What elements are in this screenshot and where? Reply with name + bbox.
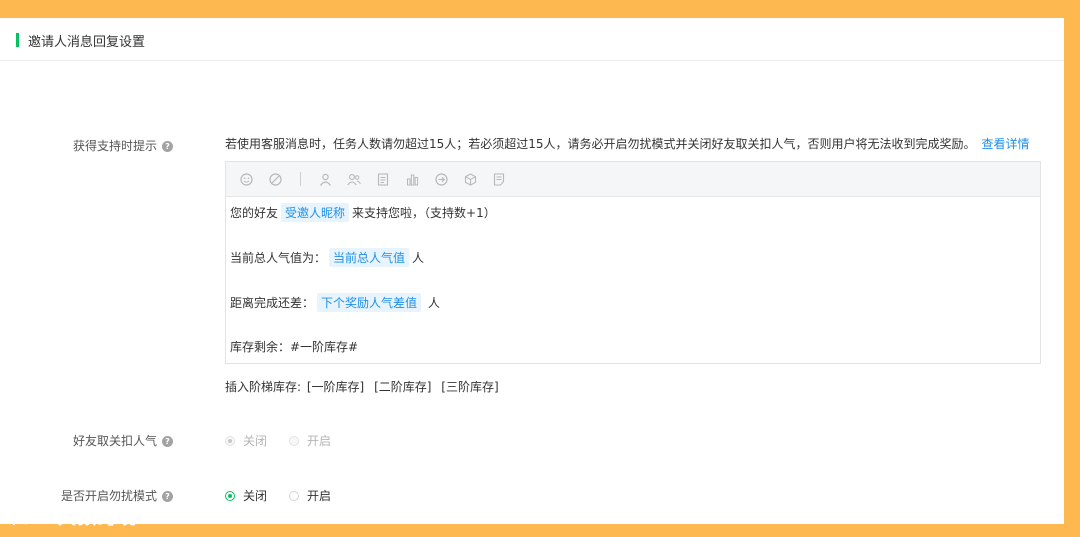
radio-label: 开启 xyxy=(307,434,332,448)
dnd-label-row: 是否开启勿扰模式? xyxy=(8,487,173,504)
insert-stock-tier1[interactable]: [一阶库存] xyxy=(307,380,364,394)
radio-label: 开启 xyxy=(307,489,332,503)
toolbar-divider xyxy=(300,172,301,186)
radio-button[interactable] xyxy=(225,490,235,501)
view-details-link[interactable]: 查看详情 xyxy=(982,137,1030,151)
emoji-icon[interactable] xyxy=(238,171,254,187)
message-editor[interactable]: 您的好友 受邀人昵称 来支持您啦，（支持数+1） 当前总人气值为： 当前总人气值人 距… xyxy=(225,161,1041,364)
line-text: 距离完成还差： xyxy=(230,296,315,310)
radio-label: 关闭 xyxy=(243,434,268,448)
line-text: 人 xyxy=(428,296,441,310)
editor-line: 库存剩余：#一阶库存# xyxy=(230,338,358,355)
support-notice: 若使用客服消息时，任务人数请勿超过15人；若必须超过15人，请务必开启勿扰模式并… xyxy=(225,135,1030,152)
document-icon[interactable] xyxy=(375,171,391,187)
line-text: 人 xyxy=(412,251,425,265)
dnd-off-option[interactable]: 关闭 xyxy=(225,487,267,504)
editor-line: 您的好友 受邀人昵称 来支持您啦，（支持数+1） xyxy=(230,203,496,222)
help-icon[interactable]: ? xyxy=(162,491,173,502)
unfollow-label: 好友取关扣人气 xyxy=(72,434,157,448)
dnd-label: 是否开启勿扰模式 xyxy=(60,489,157,503)
editor-toolbar xyxy=(226,162,1040,197)
title-accent-bar xyxy=(16,33,19,47)
radio-button[interactable] xyxy=(225,435,235,446)
watermark-logo-icon xyxy=(11,507,48,526)
editor-line: 距离完成还差： 下个奖励人气差值人 xyxy=(230,293,440,312)
editor-line: 当前总人气值为： 当前总人气值人 xyxy=(230,248,424,267)
block-icon[interactable] xyxy=(267,171,283,187)
support-tip-label-row: 获得支持时提示? xyxy=(8,137,173,154)
cube-icon[interactable] xyxy=(462,171,478,187)
insert-stock-tier2[interactable]: [二阶库存] xyxy=(374,380,431,394)
line-text: 当前总人气值为： xyxy=(230,251,327,265)
support-tip-label: 获得支持时提示 xyxy=(72,139,157,153)
unfollow-on-option[interactable]: 开启 xyxy=(289,432,331,449)
dnd-on-option[interactable]: 开启 xyxy=(289,487,331,504)
radio-button[interactable] xyxy=(289,490,300,501)
variable-tag[interactable]: 下个奖励人气差值 xyxy=(317,293,422,312)
note-icon[interactable] xyxy=(491,171,507,187)
users-icon[interactable] xyxy=(346,171,362,187)
variable-tag[interactable]: 受邀人昵称 xyxy=(281,203,350,222)
panel-header: 邀请人消息回复设置 xyxy=(0,18,1064,61)
unfollow-radio-group: 关闭 开启 xyxy=(225,432,353,449)
chart-icon[interactable] xyxy=(404,171,420,187)
watermark-text: 大数跨境 xyxy=(58,508,138,529)
insert-stock-label: 插入阶梯库存: xyxy=(225,380,302,394)
line-text: 库存剩余：#一阶库存# xyxy=(230,340,359,354)
editor-content[interactable]: 您的好友 受邀人昵称 来支持您啦，（支持数+1） 当前总人气值为： 当前总人气值人 距… xyxy=(226,197,1040,363)
radio-label: 关闭 xyxy=(243,489,268,503)
variable-tag[interactable]: 当前总人气值 xyxy=(329,248,410,267)
unfollow-label-row: 好友取关扣人气? xyxy=(8,432,173,449)
user-icon[interactable] xyxy=(317,171,333,187)
panel-title: 邀请人消息回复设置 xyxy=(28,35,146,50)
help-icon[interactable]: ? xyxy=(162,141,173,152)
line-text: 您的好友 xyxy=(230,206,279,220)
help-icon[interactable]: ? xyxy=(162,436,173,447)
line-text: 来支持您啦，（支持数+1） xyxy=(352,206,496,220)
insert-stock-tier3[interactable]: [三阶库存] xyxy=(441,380,498,394)
notice-text: 若使用客服消息时，任务人数请勿超过15人；若必须超过15人，请务必开启勿扰模式并… xyxy=(225,137,976,151)
watermark: 大数跨境 xyxy=(10,504,138,530)
arrow-right-circle-icon[interactable] xyxy=(433,171,449,187)
radio-button[interactable] xyxy=(289,435,300,446)
insert-stock-row: 插入阶梯库存: [一阶库存] [二阶库存] [三阶库存] xyxy=(225,378,499,395)
settings-panel: 邀请人消息回复设置 获得支持时提示? 若使用客服消息时，任务人数请勿超过15人；… xyxy=(0,18,1064,524)
dnd-radio-group: 关闭 开启 xyxy=(225,487,353,504)
unfollow-off-option[interactable]: 关闭 xyxy=(225,432,267,449)
